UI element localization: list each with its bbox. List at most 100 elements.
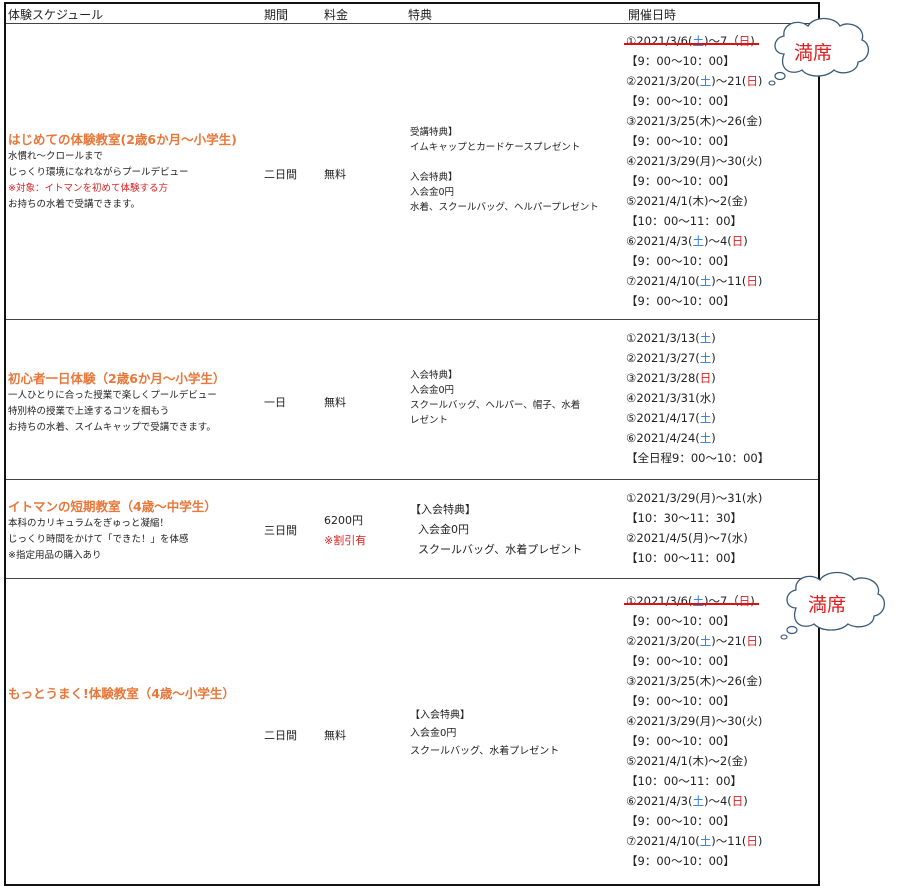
date-part-d1: 土 [692, 594, 704, 608]
header-fee: 料金 [324, 8, 349, 22]
benefit-line: 入会特典】 [410, 370, 458, 381]
schedule-time: 【9：00～10：00】 [626, 851, 762, 871]
date-part-end: ) [757, 834, 763, 848]
schedule-time-text: 【9：00～10：00】 [626, 654, 735, 668]
course-fee: 6200円 [324, 514, 363, 527]
schedule-table: 体験スケジュール 期間 料金 特典 開催日時 はじめての体験教室(2歳6か月～小… [4, 2, 820, 886]
benefit-line: 入会金0円 [410, 385, 455, 396]
schedule-time-text: 【10：00～11：00】 [626, 774, 743, 788]
benefit-line: 【入会特典】 [410, 710, 470, 721]
benefit-line: 入会金0円 [410, 187, 455, 198]
schedule-date: ①2021/3/6(土)～7（日) [624, 31, 762, 51]
course-fee: 無料 [324, 168, 346, 181]
date-part-mid: )～7（ [703, 34, 739, 48]
schedule-date-text: ⑥2021/4/3(土)～4(日) [626, 794, 748, 808]
date-part-end: ) [743, 234, 748, 248]
date-part-num: ⑤ [626, 754, 637, 768]
header-period: 期間 [264, 8, 289, 22]
date-part-end: ) [750, 594, 755, 608]
schedule-date: ②2021/4/5(月)～7(水) [626, 528, 762, 548]
course-schedule: ①2021/3/29(月)～31(水) 【10：30～11：30】 ②2021/4/… [626, 488, 762, 568]
date-part-date: 2021/3/29(月)～30(火) [636, 714, 763, 728]
date-part-d2: 日 [738, 34, 751, 48]
schedule-date: ②2021/3/20(土)～21(日) [626, 71, 762, 91]
date-part-date: 2021/3/13( [636, 331, 700, 345]
strikethrough-line [624, 603, 759, 605]
schedule-date-text: ①2021/3/6(土)～7（日) [624, 34, 759, 48]
course-info: イトマンの短期教室（4歳～中学生） 本科のカリキュラムをぎゅっと凝縮！ じっくり… [6, 496, 256, 564]
schedule-date: ①2021/3/6(土)～7（日) [624, 591, 762, 611]
benefit-line: 入会金0円 [418, 523, 469, 536]
schedule-date-text: ⑤2021/4/17(土) [626, 411, 716, 425]
date-part-mid: )～21( [711, 74, 747, 88]
course-benefits: 受講特典】 イムキャップとカードケースプレゼント 入会特典】 入会金0円 水着、… [410, 125, 599, 215]
full-label: 満席 [794, 42, 833, 64]
date-part-date: 2021/3/25(木)～26(金) [636, 674, 763, 688]
date-part-d1: 土 [699, 274, 712, 288]
date-part-end: ) [711, 351, 716, 365]
course-schedule: ①2021/3/6(土)～7（日) 【9：00～10：00】 ②2021/3/20(… [624, 591, 763, 871]
schedule-date: ①2021/3/29(月)～31(水) [626, 488, 762, 508]
schedule-date: ⑥2021/4/3(土)～4(日) [626, 791, 762, 811]
schedule-time: 【9：00～10：00】 [626, 51, 762, 71]
course-fee: 無料 [324, 396, 346, 409]
course-benefits: 入会特典】 入会金0円 スクールバッグ、ヘルパー、帽子、水着 レゼント [410, 368, 580, 428]
course-desc-1: 本科のカリキュラムをぎゅっと凝縮！ [8, 518, 169, 529]
schedule-date: ④2021/3/29(月)～30(火) [626, 711, 762, 731]
schedule-date-text: ⑥2021/4/3(土)～4(日) [626, 234, 748, 248]
schedule-date-text: ②2021/3/27(土) [626, 351, 716, 365]
schedule-date: ⑤2021/4/1(木)～2(金) [626, 191, 762, 211]
schedule-date-text: ③2021/3/25(木)～26(金) [626, 674, 762, 688]
date-part-d2: 日 [699, 371, 712, 385]
schedule-date-text: ④2021/3/29(月)～30(火) [626, 714, 762, 728]
schedule-time-text: 【全日程9：00～10：00】 [626, 451, 770, 465]
header-schedule: 体験スケジュール [8, 8, 104, 22]
schedule-time-text: 【9：00～10：00】 [626, 854, 735, 868]
schedule-date: ③2021/3/25(木)～26(金) [626, 671, 762, 691]
course-info: はじめての体験教室(2歳6か月～小学生) 水慣れ～クロールまで じっくり環境にな… [6, 129, 256, 213]
course-row-4: もっとうまく!体験教室（4歳～小学生） 二日間 無料 【入会特典】 入会金0円 … [6, 579, 818, 886]
course-period: 二日間 [264, 168, 297, 181]
schedule-date-text: ①2021/3/13(土) [626, 331, 716, 345]
date-part-num: ② [626, 634, 637, 648]
date-part-num: ① [626, 594, 637, 608]
schedule-time-text: 【9：00～10：00】 [626, 694, 735, 708]
schedule-date-text: ④2021/3/29(月)～30(火) [626, 154, 762, 168]
schedule-date: ③2021/3/28(日) [626, 368, 769, 388]
schedule-date-text: ②2021/4/5(月)～7(水) [626, 531, 748, 545]
benefit-line: レゼント [410, 415, 449, 426]
schedule-time-text: 【9：00～10：00】 [626, 814, 735, 828]
benefit-line: 受講特典】 [410, 127, 458, 138]
date-part-end: ) [757, 634, 763, 648]
date-part-num: ④ [626, 154, 637, 168]
date-part-num: ⑦ [626, 274, 637, 288]
date-part-num: ⑦ [626, 834, 637, 848]
date-part-d1: 土 [699, 74, 712, 88]
date-part-d1: 土 [692, 234, 704, 248]
date-part-date: 2021/4/24( [636, 431, 700, 445]
date-part-num: ④ [626, 391, 637, 405]
date-part-d1: 土 [699, 431, 712, 445]
course-desc-2: 特別枠の授業で上達するコツを掴もう [8, 406, 170, 417]
date-part-date: 2021/4/17( [636, 411, 700, 425]
benefit-line: 入会特典】 [410, 172, 458, 183]
full-label: 満席 [808, 594, 847, 616]
schedule-date-text: ②2021/3/20(土)～21(日) [626, 74, 762, 88]
date-part-num: ③ [626, 674, 637, 688]
course-desc-2: じっくり時間をかけて「できた！」を体感 [8, 534, 189, 545]
date-part-end: ) [743, 794, 748, 808]
schedule-time: 【9：00～10：00】 [626, 651, 762, 671]
date-part-date: 2021/4/10( [636, 834, 700, 848]
schedule-time: 【9：00～10：00】 [626, 91, 762, 111]
schedule-date: ⑦2021/4/10(土)～11(日) [626, 831, 762, 851]
course-schedule: ①2021/3/6(土)～7（日) 【9：00～10：00】 ②2021/3/20(… [624, 31, 762, 311]
benefit-line: 【入会特典】 [410, 503, 476, 516]
course-schedule: ①2021/3/13(土) ②2021/3/27(土) ③2021/3/28(日) ④… [626, 328, 769, 468]
date-part-date: 2021/3/27( [636, 351, 700, 365]
date-part-date: 2021/4/1(木)～2(金) [636, 194, 748, 208]
schedule-date: ④2021/3/29(月)～30(火) [626, 151, 762, 171]
date-part-d2: 日 [746, 834, 758, 848]
header-benefit: 特典 [408, 8, 433, 22]
table-header: 体験スケジュール 期間 料金 特典 開催日時 [6, 4, 818, 24]
course-info: 初心者一日体験（2歳6か月～小学生） 一人ひとりに合った授業で楽しくプールデビュ… [6, 368, 256, 436]
